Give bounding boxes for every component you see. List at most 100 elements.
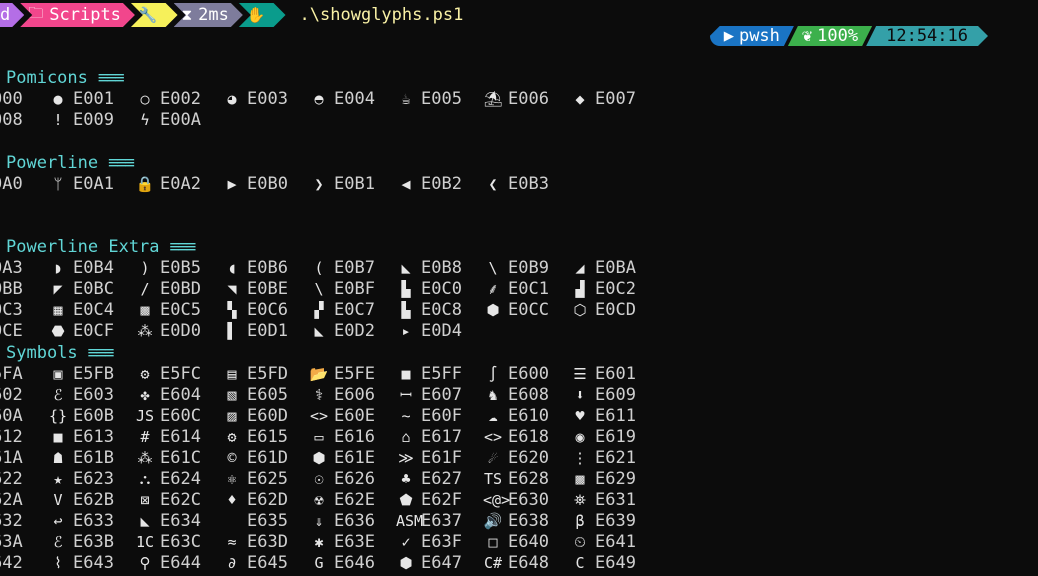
glyph-code: E0B8 [421, 258, 462, 278]
glyph-icon: ⚲ [139, 554, 151, 572]
time-label: 12:54:16 [886, 26, 968, 46]
glyph-code: E618 [508, 427, 549, 447]
glyph-cell: 🔒 E0A2 [135, 174, 201, 195]
glyph-cell: © E61D [222, 448, 287, 469]
glyph-cell: ◆ E007 [570, 89, 635, 110]
glyph-code: E0D1 [247, 321, 288, 341]
glyph-cell: ☉ E626 [309, 469, 374, 490]
glyph-cell: 5FA [0, 364, 23, 385]
glyph-code: E0BA [595, 258, 636, 278]
glyph-cell: 000 [0, 89, 23, 110]
command-text: .\showglyphs.ps1 [299, 5, 464, 25]
glyph-code: 612 [0, 427, 23, 447]
glyph-cell: ◣ E0D2 [309, 321, 374, 342]
glyph-icon: ▙ [401, 301, 411, 319]
glyph-cell: ℰ E63B [48, 532, 114, 553]
glyph-icon: ■ [53, 428, 63, 446]
glyph-cell: ꟷ E607 [396, 385, 462, 406]
glyph-icon: ☄ [488, 449, 498, 467]
glyph-cell: 008 [0, 110, 23, 131]
section-title: Pomicons [6, 68, 88, 88]
glyph-code: 0CE [0, 321, 23, 341]
glyph-cell: 0CE [0, 321, 23, 342]
section-title: Powerline [6, 153, 99, 173]
glyph-cell: 61A [0, 448, 23, 469]
folder-icon: 🗀 [28, 3, 44, 22]
prompt-line: d 🗀 Scripts 🔧 ⧗ 2ms ✋ .\showglyphs.ps1 [0, 3, 463, 27]
glyph-icon: 📂 [309, 365, 329, 383]
glyph-code: E623 [73, 469, 114, 489]
glyph-cell: ○ E002 [135, 89, 200, 110]
glyph-cell: <> E60E [309, 406, 375, 427]
glyph-code: E62B [73, 490, 114, 510]
section-heading: Pomicons ≡≡≡ [0, 68, 1038, 89]
glyph-row: 632 ↩ E633 ◣ E634 E635 ⇓ E636 ASME637 🔊 E638 β E639 [0, 511, 1038, 532]
glyph-code: E0C7 [334, 300, 375, 320]
glyph-icon: ⛬ [139, 470, 151, 488]
glyph-icon: ✓ [401, 533, 411, 551]
glyph-code: E5FC [160, 364, 201, 384]
glyph-code: E60D [247, 406, 288, 426]
section-bars: ≡≡≡ [97, 68, 125, 88]
glyph-code: E646 [334, 553, 375, 573]
glyph-row: 612 ■ E613 # E614 ⚙ E615 ▭ E616 ⌂ E617 <> E618 ◉ E619 [0, 427, 1038, 448]
glyph-icon: ▶ [227, 175, 237, 193]
glyph-icon: # [140, 428, 150, 446]
glyph-code: E616 [334, 427, 375, 447]
glyph-code: E0C4 [73, 300, 114, 320]
glyph-icon: ◗ [53, 259, 63, 277]
glyph-code: E005 [421, 89, 462, 109]
glyph-cell: # E614 [135, 427, 201, 448]
glyph-code: E630 [508, 490, 549, 510]
glyph-cell: ⌇ E643 [48, 553, 114, 574]
glyph-cell: ⏲ E641 [570, 532, 636, 553]
glyph-section: Powerline ≡≡≡ 0A0 ᛘ E0A1 🔒 E0A2 ▶ E0B0 ❯ E0B1 ◀ E0B2… [0, 153, 1038, 195]
glyph-cell: ∼ E60F [396, 406, 462, 427]
shell-segment: ▶ pwsh [710, 26, 794, 46]
glyph-icon: ⚙ [140, 365, 150, 383]
glyph-cell: ▚ E0C6 [222, 300, 287, 321]
glyph-code: E614 [160, 427, 201, 447]
glyph-icon: ⬇ [575, 386, 585, 404]
glyph-code: 602 [0, 385, 23, 405]
prompt-segment: d [0, 3, 24, 27]
glyph-cell: 0BB [0, 279, 23, 300]
glyph-icon: ☗ [53, 449, 63, 467]
glyph-cell: ℰ E603 [48, 385, 114, 406]
glyph-code: E0B2 [421, 174, 462, 194]
glyph-code: E607 [421, 385, 462, 405]
glyph-icon: ▩ [575, 470, 585, 488]
glyph-icon: ⊠ [140, 491, 150, 509]
glyph-icon: \ [488, 259, 498, 277]
glyph-icon: ☁ [488, 407, 498, 425]
glyph-cell: ◖ E0B6 [222, 258, 287, 279]
glyph-code: E647 [421, 553, 462, 573]
glyph-code: E0B0 [247, 174, 288, 194]
glyph-icon: ϟ [140, 111, 150, 129]
glyph-cell: ⇓ E636 [309, 511, 374, 532]
glyph-icon: ⬢ [399, 554, 413, 572]
glyph-code: E62F [421, 490, 462, 510]
glyph-cell: 60A [0, 406, 23, 427]
glyph-cell: ⌂ E617 [396, 427, 461, 448]
glyph-section: Pomicons ≡≡≡ 000 ● E001 ○ E002 ◕ E003 ◓ E004 ☕ E005 ⛱… [0, 68, 1038, 131]
glyph-code: 61A [0, 448, 23, 468]
glyph-cell: ★ E623 [48, 469, 114, 490]
glyph-code: 0C3 [0, 300, 23, 320]
battery-label: 100% [817, 26, 859, 46]
glyph-icon: ASM [396, 512, 424, 530]
glyph-row: 000 ● E001 ○ E002 ◕ E003 ◓ E004 ☕ E005 ⛱ E006 ◆ E007 [0, 89, 1038, 110]
glyph-code: E003 [247, 89, 288, 109]
glyph-cell: ! E009 [48, 110, 113, 131]
glyph-cell: ⚕ E606 [309, 385, 374, 406]
glyph-cell: ⚙ E5FC [135, 364, 201, 385]
glyph-code: E60F [421, 406, 462, 426]
glyph-cell: E635 [222, 511, 288, 532]
glyph-code: E629 [595, 469, 636, 489]
glyph-icon: ▭ [314, 428, 324, 446]
glyph-code: 63A [0, 532, 23, 552]
sprout-icon: ❦ [801, 26, 813, 46]
glyph-cell: ☄ E620 [483, 448, 548, 469]
glyph-icon: ♣ [401, 470, 411, 488]
glyph-code: E63C [160, 532, 201, 552]
